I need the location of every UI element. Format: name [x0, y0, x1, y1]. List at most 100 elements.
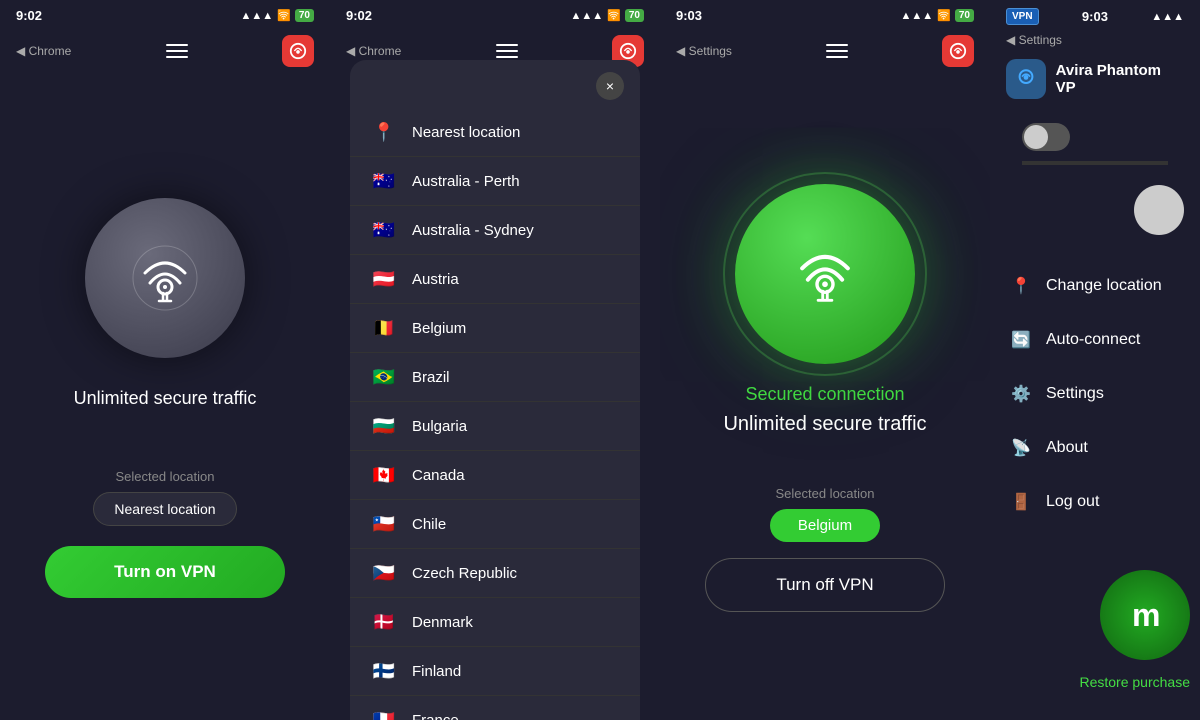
- status-bar-3: 9:03 ▲▲▲ 🛜 70: [660, 0, 990, 27]
- nav-bar-1: ◀ Chrome: [0, 27, 330, 75]
- back-label-1: ◀ Chrome: [16, 42, 71, 60]
- vpn-status-badge: VPN: [1006, 8, 1039, 25]
- autoconnect-icon: 🔄: [1010, 329, 1032, 351]
- location-name-text: Bulgaria: [412, 418, 467, 435]
- menu-item-label: Log out: [1046, 493, 1099, 511]
- time-2: 9:02: [346, 8, 372, 23]
- location-flag: 🇨🇿: [370, 563, 398, 583]
- hamburger-menu-1[interactable]: [166, 44, 188, 58]
- location-name-text: Australia - Perth: [412, 173, 520, 190]
- location-flag: 🇨🇱: [370, 514, 398, 534]
- location-list-item[interactable]: 📍 Nearest location: [350, 108, 640, 157]
- location-name-text: France: [412, 712, 459, 720]
- location-flag: 🇫🇷: [370, 710, 398, 720]
- location-flag: 📍: [370, 122, 398, 142]
- location-list-item[interactable]: 🇧🇪 Belgium: [350, 304, 640, 353]
- progress-bar-area: [1022, 161, 1168, 165]
- screen-4-menu: VPN 9:03 ▲▲▲ ◀ Settings Avira Phantom VP…: [990, 0, 1200, 720]
- restore-purchase-button[interactable]: Restore purchase: [1079, 674, 1190, 690]
- menu-item-settings[interactable]: ⚙️ Settings: [990, 367, 1200, 421]
- avira-logo-1: [282, 35, 314, 67]
- selected-location-label-3: Selected location: [775, 486, 874, 501]
- logout-icon: 🚪: [1010, 491, 1032, 513]
- location-name-text: Australia - Sydney: [412, 222, 534, 239]
- location-list-item[interactable]: 🇧🇷Brazil: [350, 353, 640, 402]
- vpn-circle-disconnected: [85, 198, 245, 358]
- menu-item-log-out[interactable]: 🚪 Log out: [990, 475, 1200, 529]
- hamburger-menu-3[interactable]: [826, 44, 848, 58]
- location-list-item[interactable]: 🇨🇿 Czech Republic: [350, 549, 640, 598]
- nearest-location-badge-1[interactable]: Nearest location: [93, 492, 236, 526]
- location-name-text: Belgium: [412, 320, 466, 337]
- location-flag: 🇧🇪: [370, 318, 398, 338]
- menu-item-about[interactable]: 📡 About: [990, 421, 1200, 475]
- wifi-icon-3: 🛜: [937, 9, 951, 22]
- progress-bar: [1022, 161, 1168, 165]
- app-title: Avira Phantom VP: [1056, 62, 1184, 96]
- location-list-item[interactable]: 🇩🇰Denmark: [350, 598, 640, 647]
- location-list-item[interactable]: 🇦🇹Austria: [350, 255, 640, 304]
- location-list-item[interactable]: 🇧🇬 Bulgaria: [350, 402, 640, 451]
- location-flag: 🇧🇷: [370, 367, 398, 387]
- nav-bar-3: ◀ Settings: [660, 27, 990, 75]
- location-list-item[interactable]: 🇨🇱Chile: [350, 500, 640, 549]
- location-list-item[interactable]: 🇨🇦Canada: [350, 451, 640, 500]
- screen-3-connected: 9:03 ▲▲▲ 🛜 70 ◀ Settings Secured connect…: [660, 0, 990, 720]
- status-icons-4: ▲▲▲: [1151, 11, 1184, 23]
- location-name-text: Nearest location: [412, 124, 520, 141]
- close-dropdown-button[interactable]: ×: [596, 72, 624, 100]
- location-flag: 🇧🇬: [370, 416, 398, 436]
- hamburger-menu-2[interactable]: [496, 44, 518, 58]
- signal-icon-4: ▲▲▲: [1151, 11, 1184, 23]
- location-flag: 🇨🇦: [370, 465, 398, 485]
- toggle-switch[interactable]: [1022, 123, 1070, 151]
- menu-item-auto-connect[interactable]: 🔄 Auto-connect: [990, 313, 1200, 367]
- back-label-4: ◀ Settings: [990, 29, 1200, 51]
- wifi-icon: 🛜: [277, 9, 291, 22]
- time-4: 9:03: [1082, 9, 1108, 24]
- location-flag: 🇦🇺: [370, 171, 398, 191]
- wifi-icon-2: 🛜: [607, 9, 621, 22]
- signal-icon: ▲▲▲: [241, 10, 274, 22]
- status-icons-2: ▲▲▲ 🛜 70: [571, 9, 645, 22]
- status-icons-1: ▲▲▲ 🛜 70: [241, 9, 315, 22]
- location-flag: 🇩🇰: [370, 612, 398, 632]
- menu-item-label: Auto-connect: [1046, 331, 1140, 349]
- app-title-area: Avira Phantom VP: [1056, 62, 1184, 96]
- toggle-row: Avira Phantom VP: [990, 51, 1200, 107]
- turn-on-vpn-button[interactable]: Turn on VPN: [45, 546, 285, 598]
- turn-off-vpn-button[interactable]: Turn off VPN: [705, 558, 945, 612]
- secured-connection-text: Secured connection: [745, 384, 904, 405]
- status-icons-3: ▲▲▲ 🛜 70: [901, 9, 975, 22]
- avatar-area: [990, 185, 1200, 251]
- back-label-3: ◀ Settings: [676, 44, 732, 58]
- battery-2: 70: [625, 9, 644, 22]
- location-flag: 🇦🇺: [370, 220, 398, 240]
- about-icon: 📡: [1010, 437, 1032, 459]
- menu-item-change-location[interactable]: 📍Change location: [990, 259, 1200, 313]
- location-list-item[interactable]: 🇫🇷 France: [350, 696, 640, 720]
- restore-section: m Restore purchase: [1040, 540, 1200, 720]
- avira-logo-3: [942, 35, 974, 67]
- location-flag: 🇦🇹: [370, 269, 398, 289]
- location-name-text: Czech Republic: [412, 565, 517, 582]
- unlimited-traffic-text-3: Unlimited secure traffic: [723, 413, 926, 436]
- menu-item-label: About: [1046, 439, 1088, 457]
- status-bar-2: 9:02 ▲▲▲ 🛜 70: [330, 0, 660, 27]
- menu-item-label: Settings: [1046, 385, 1104, 403]
- location-flag: 🇫🇮: [370, 661, 398, 681]
- screen3-main-content: Secured connection Unlimited secure traf…: [660, 75, 990, 720]
- selected-location-label-1: Selected location: [115, 469, 214, 484]
- selected-location-badge-3[interactable]: Belgium: [770, 509, 880, 542]
- dropdown-header: ×: [350, 60, 640, 108]
- status-bar-1: 9:02 ▲▲▲ 🛜 70: [0, 0, 330, 27]
- location-list-item[interactable]: 🇦🇺 Australia - Sydney: [350, 206, 640, 255]
- time-1: 9:02: [16, 8, 42, 23]
- vpn-badge-container: VPN: [1006, 8, 1039, 25]
- signal-icon-2: ▲▲▲: [571, 10, 604, 22]
- battery-1: 70: [295, 9, 314, 22]
- settings-icon: ⚙️: [1010, 383, 1032, 405]
- location-list-item[interactable]: 🇫🇮Finland: [350, 647, 640, 696]
- location-list-item[interactable]: 🇦🇺 Australia - Perth: [350, 157, 640, 206]
- battery-3: 70: [955, 9, 974, 22]
